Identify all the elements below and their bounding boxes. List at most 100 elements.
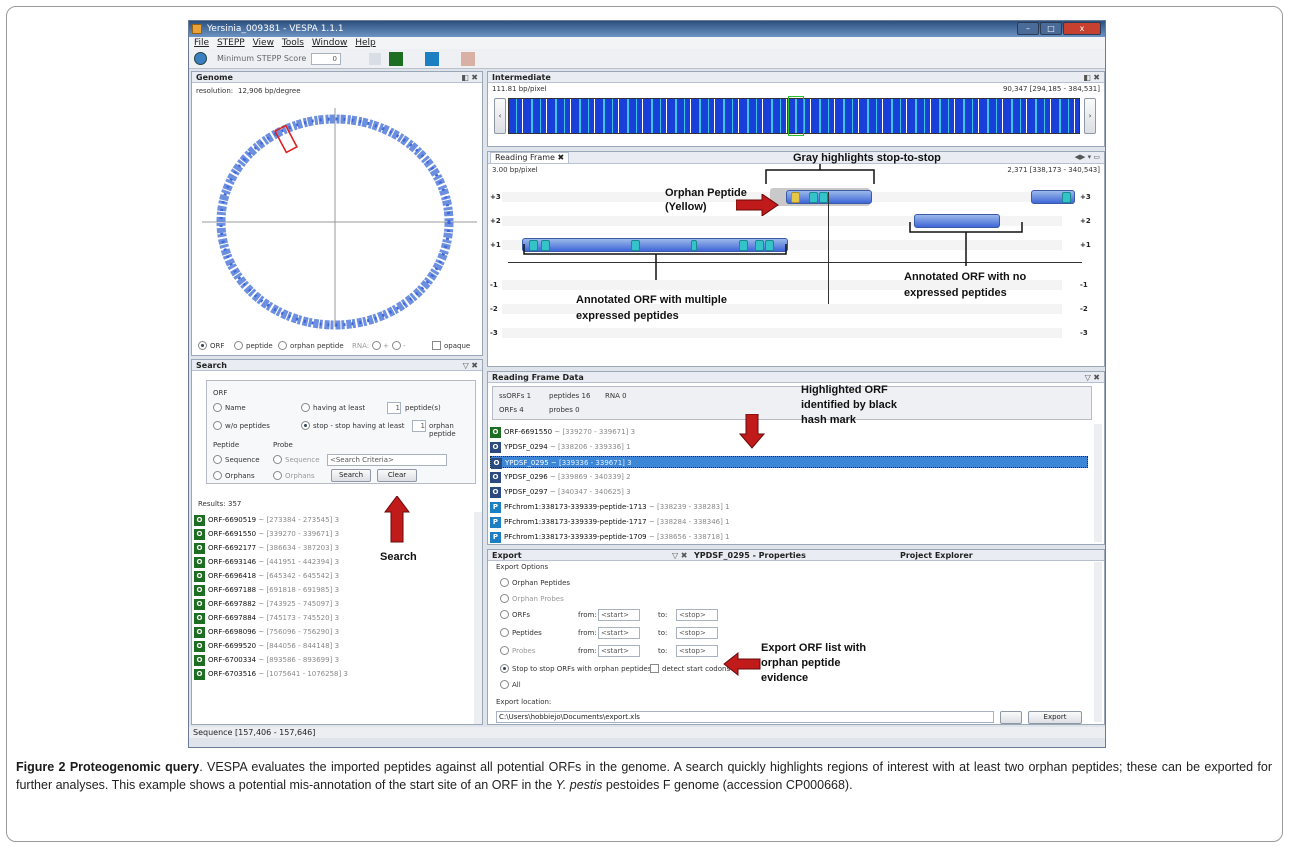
results-scrollbar[interactable] [474,512,482,724]
transcript-filter-icon[interactable] [461,52,475,66]
radio-orf[interactable] [198,341,207,350]
export-controls-icon[interactable]: ▽ ✖ [672,550,687,561]
radio-rna-minus[interactable] [392,341,401,350]
intermediate-viewport[interactable] [788,96,804,136]
view-controls-icon[interactable]: ◀▶ ▾ ▭ [1075,153,1100,161]
genome-circle-view[interactable] [192,102,484,332]
radio-orphan-peptide[interactable] [278,341,287,350]
result-row[interactable]: O ORF-6700334 ~ [893586 - 893699] 3 [194,654,339,666]
having-input[interactable]: 1 [387,402,401,414]
radio-rna-plus[interactable] [372,341,381,350]
search-button[interactable]: Search [331,469,371,482]
radio-all[interactable] [500,680,509,689]
row-name: ORF-6696418 [208,572,257,580]
probes-from-input[interactable]: <start> [598,645,640,657]
scroll-right-icon[interactable]: › [1084,98,1096,134]
radio-peptide[interactable] [234,341,243,350]
min-score-input[interactable]: 0 [311,53,341,65]
tab-export[interactable]: Export [492,550,522,561]
result-row[interactable]: O ORF-6693146 ~ [441951 - 442394] 3 [194,556,339,568]
radio-probe-sequence[interactable] [273,455,282,464]
export-scrollbar[interactable] [1094,562,1102,722]
peptide-icon: P [490,501,501,513]
radio-wo-peptides[interactable] [213,421,222,430]
result-row[interactable]: O ORF-6697882 ~ [743925 - 745097] 3 [194,598,339,610]
search-criteria-input[interactable]: <Search Criteria> [327,454,447,466]
peptides-to-input[interactable]: <stop> [676,627,718,639]
result-row[interactable]: O ORF-6692177 ~ [386634 - 387203] 3 [194,542,339,554]
row-name: ORF-6703516 [208,670,257,678]
radio-orphan-peptides[interactable] [500,578,509,587]
menu-stepp[interactable]: STEPP [217,38,245,48]
radio-probe-orphans[interactable] [273,471,282,480]
peptide-mark[interactable] [1062,192,1071,203]
radio-stop-stop[interactable] [301,421,310,430]
result-row[interactable]: O ORF-6690519 ~ [273384 - 273545] 3 [194,514,339,526]
rf-data-row[interactable]: P PFchrom1:338173-339339-peptide-1713 ~ [… [490,501,730,513]
rf-data-row[interactable]: O ORF-6691550 ~ [339270 - 339671] 3 [490,426,635,438]
row-count: 1 [725,503,730,511]
row-count: 3 [334,600,340,608]
menu-window[interactable]: Window [312,38,348,48]
close-icon[interactable]: x [1063,22,1101,35]
tab-reading-frame[interactable]: Reading Frame ✖ [490,152,570,164]
annotated-orf-icon: O [490,486,501,498]
minimize-icon[interactable]: – [1017,22,1039,35]
radio-having-at-least[interactable] [301,403,310,412]
scroll-left-icon[interactable]: ‹ [494,98,506,134]
rf-data-row[interactable]: P PFchrom1:338173-339339-peptide-1709 ~ [… [490,531,730,543]
radio-peptides[interactable] [500,628,509,637]
peptide-mark[interactable] [819,192,828,203]
orf-bar-plus3-right[interactable] [1031,190,1075,204]
rf-data-row[interactable]: O YPDSF_0295 ~ [339336 - 339671] 3 [490,456,1088,469]
opaque-checkbox[interactable] [432,341,441,350]
rf-data-scrollbar[interactable] [1094,424,1102,542]
bp-icon[interactable] [369,53,381,65]
peptides-from-input[interactable]: <start> [598,627,640,639]
menu-help[interactable]: Help [355,38,376,48]
orfs-to-input[interactable]: <stop> [676,609,718,621]
clear-button[interactable]: Clear [377,469,417,482]
rf-data-row[interactable]: O YPDSF_0294 ~ [338206 - 339336] 1 [490,441,631,453]
orfs-from-input[interactable]: <start> [598,609,640,621]
probes-to-input[interactable]: <stop> [676,645,718,657]
stop-input[interactable]: 1 [412,420,426,432]
result-row[interactable]: O ORF-6697884 ~ [745173 - 745520] 3 [194,612,339,624]
peptide-filter-icon[interactable] [425,52,439,66]
rf-data-row[interactable]: O YPDSF_0297 ~ [340347 - 340625] 3 [490,486,631,498]
radio-probes[interactable] [500,646,509,655]
refresh-icon[interactable] [194,52,207,65]
result-row[interactable]: O ORF-6699520 ~ [844056 - 844148] 3 [194,640,339,652]
search-criteria-box: ORF Name having at least 1 peptide(s) w/… [206,380,476,484]
orf-bar-plus3[interactable] [786,190,872,204]
row-count: 3 [334,642,340,650]
result-row[interactable]: O ORF-6698096 ~ [756096 - 756290] 3 [194,626,339,638]
tab-properties[interactable]: YPDSF_0295 - Properties [694,550,806,561]
orf-filter-icon[interactable] [389,52,403,66]
menu-file[interactable]: File [194,38,209,48]
rf-data-row[interactable]: P PFchrom1:338173-339339-peptide-1717 ~ [… [490,516,730,528]
maximize-icon[interactable]: □ [1040,22,1062,35]
export-button[interactable]: Export [1028,711,1082,724]
radio-name[interactable] [213,403,222,412]
result-row[interactable]: O ORF-6691550 ~ [339270 - 339671] 3 [194,528,339,540]
browse-button[interactable] [1000,711,1022,724]
radio-peptide-orphans[interactable] [213,471,222,480]
menu-view[interactable]: View [253,38,274,48]
row-count: 1 [626,443,631,451]
detect-start-checkbox[interactable] [650,664,659,673]
radio-stop-to-stop[interactable] [500,664,509,673]
export-location-input[interactable]: C:\Users\hobbiejo\Documents\export.xls [496,711,994,723]
result-row[interactable]: O ORF-6703516 ~ [1075641 - 1076258] 3 [194,668,348,680]
radio-orfs[interactable] [500,610,509,619]
tab-project-explorer[interactable]: Project Explorer [900,550,973,561]
peptide-mark[interactable] [809,192,818,203]
orf-icon: O [194,570,205,582]
radio-orphan-probes[interactable] [500,594,509,603]
result-row[interactable]: O ORF-6696418 ~ [645342 - 645542] 3 [194,570,339,582]
rf-data-row[interactable]: O YPDSF_0296 ~ [339869 - 340339] 2 [490,471,631,483]
orphan-peptide-mark[interactable] [791,192,800,203]
menu-tools[interactable]: Tools [282,38,304,48]
result-row[interactable]: O ORF-6697188 ~ [691818 - 691985] 3 [194,584,339,596]
radio-peptide-sequence[interactable] [213,455,222,464]
